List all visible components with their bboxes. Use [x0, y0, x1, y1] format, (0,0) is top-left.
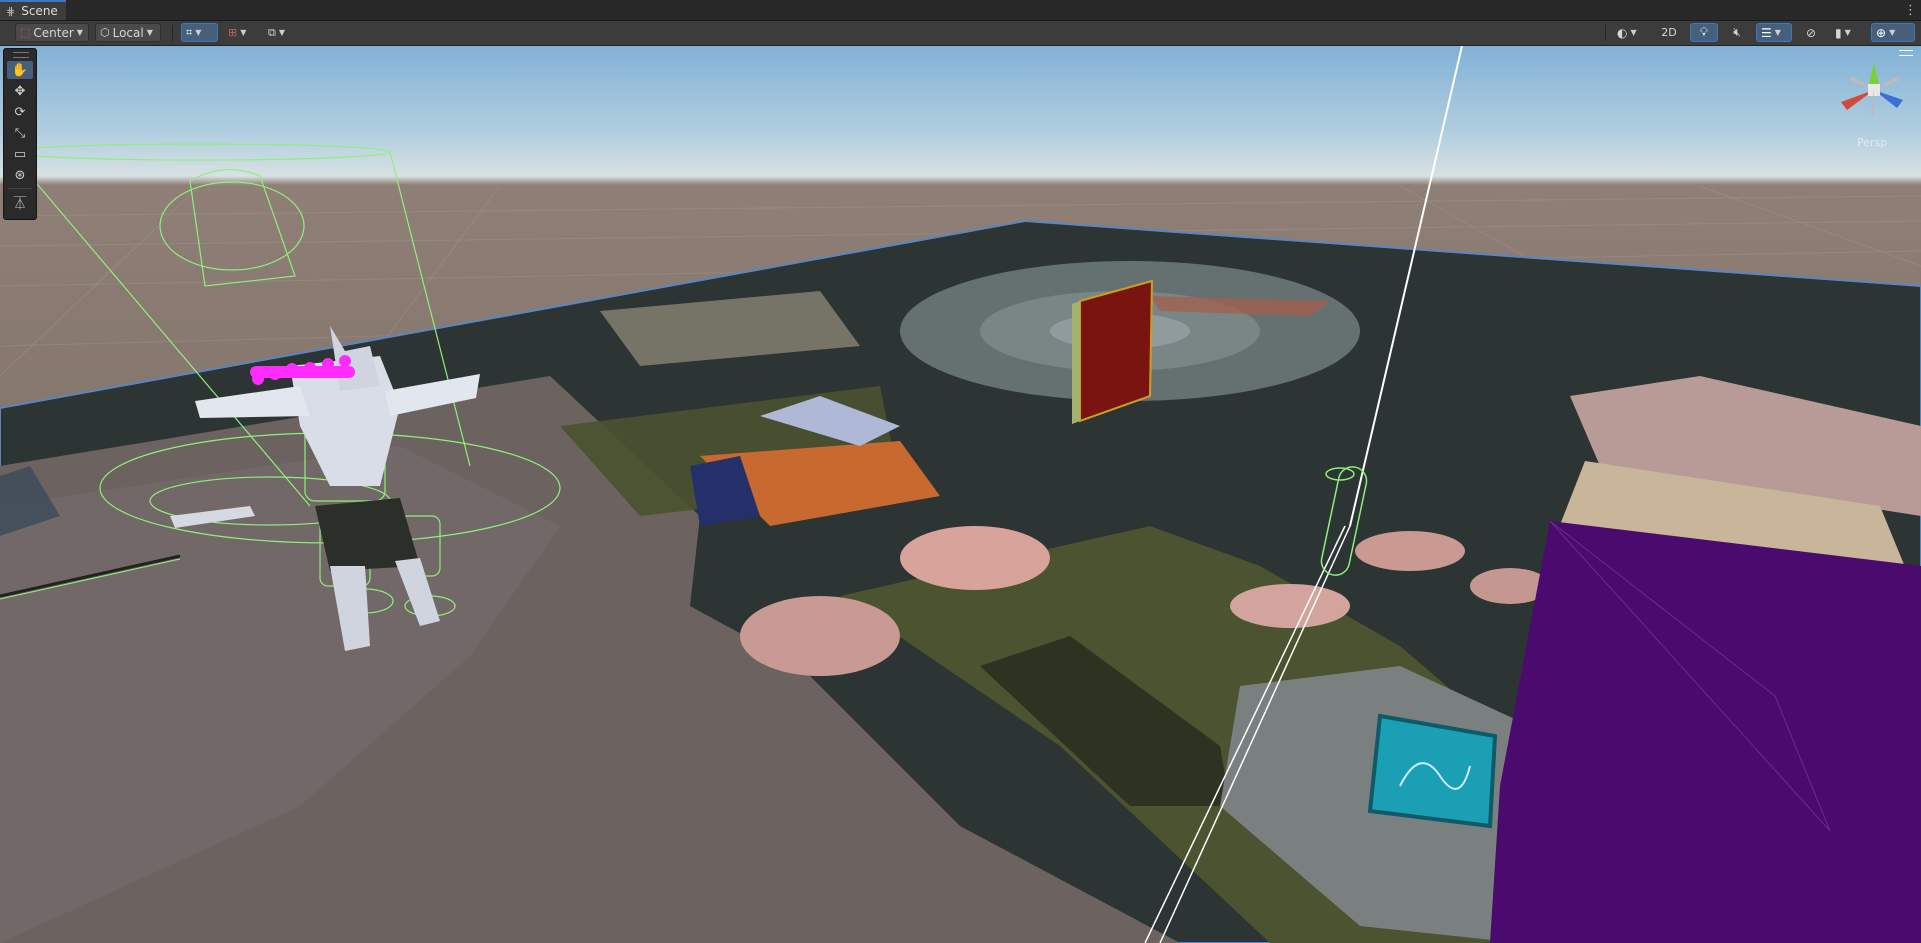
cube-icon: ⬡	[100, 26, 110, 39]
light-bulb-icon: 💡︎	[1699, 25, 1709, 39]
kebab-menu-icon[interactable]: ⋮	[1904, 0, 1917, 20]
transform-tool[interactable]: ⊛	[7, 166, 33, 184]
tools-divider	[8, 188, 32, 189]
rect-tool[interactable]: ▭	[7, 145, 33, 163]
camera-icon: ▮	[1835, 25, 1842, 40]
chevron-down-icon: ▼	[195, 28, 202, 37]
tab-scene[interactable]: ⋕ Scene	[0, 0, 66, 20]
chevron-down-icon: ▼	[1630, 28, 1637, 37]
hash-grid-icon: ⋕	[6, 4, 16, 18]
pivot-rotation-label: Local	[112, 25, 144, 40]
grid-visibility-dropdown[interactable]: ⊞ ▼	[223, 23, 257, 42]
mode-2d-label: 2D	[1661, 26, 1677, 39]
toolbar-divider	[172, 25, 173, 41]
transform-icon: ⊛	[14, 167, 26, 183]
pivot-rotation-dropdown[interactable]: ⬡ Local ▼	[95, 23, 161, 42]
hidden-objects-toggle[interactable]: ⊘	[1797, 23, 1825, 42]
chevron-down-icon: ▼	[240, 28, 247, 37]
custom-editor-tool-icon: ⏄	[13, 196, 27, 212]
camera-settings-dropdown[interactable]: ▮ ▼	[1830, 23, 1866, 42]
scene-toolbar: ⬚ Center ▼ ⬡ Local ▼ ⌗ ▼ ⊞ ▼ ⧉ ▼ ◐ ▼ 2D …	[0, 21, 1921, 46]
effects-dropdown[interactable]: ☰ ▼	[1756, 23, 1792, 42]
audio-toggle[interactable]: 🔇︎	[1723, 23, 1751, 42]
overlay-drag-handle[interactable]	[13, 52, 29, 58]
rotate-tool[interactable]: ⟳	[7, 103, 33, 121]
gizmos-dropdown[interactable]: ⊕ ▼	[1871, 23, 1915, 42]
chevron-down-icon: ▼	[1844, 28, 1851, 37]
orientation-gizmo[interactable]: Persp	[1831, 50, 1917, 160]
pivot-center-icon: ⬚	[20, 26, 31, 39]
chevron-down-icon: ▼	[76, 28, 83, 37]
scene-render	[0, 46, 1921, 943]
rect-transform-icon: ▭	[13, 146, 27, 162]
chevron-down-icon: ▼	[1774, 28, 1781, 37]
pivot-mode-dropdown[interactable]: ⬚ Center ▼	[15, 23, 89, 42]
grid-icon: ⊞	[228, 26, 238, 39]
pivot-mode-label: Center	[33, 25, 74, 40]
layers-icon: ☰	[1761, 25, 1772, 40]
scene-tools-overlay: ✋ ✥ ⟳ ⤡ ▭ ⊛ ⏄	[3, 48, 37, 220]
grid-snapping-toggle[interactable]: ⌗ ▼	[181, 23, 218, 42]
hand-icon: ✋	[11, 62, 29, 78]
view-tool[interactable]: ✋	[7, 61, 33, 79]
grid-snap-icon: ⌗	[186, 25, 193, 39]
window-tab-bar: ⋕ Scene ⋮	[0, 0, 1921, 21]
move-arrows-icon: ✥	[14, 83, 26, 99]
chevron-down-icon: ▼	[278, 28, 286, 37]
increment-snapping-dropdown[interactable]: ⧉ ▼	[263, 23, 299, 42]
axis-cube-icon[interactable]	[1831, 50, 1917, 136]
tab-scene-label: Scene	[21, 4, 58, 18]
chevron-down-icon: ▼	[146, 28, 153, 37]
shading-sphere-icon: ◐	[1617, 25, 1628, 40]
scene-viewport[interactable]: ✋ ✥ ⟳ ⤡ ▭ ⊛ ⏄ Persp	[0, 46, 1921, 943]
chevron-down-icon: ▼	[1889, 28, 1896, 37]
projection-label[interactable]: Persp	[1857, 136, 1887, 149]
draw-mode-dropdown[interactable]: ◐ ▼	[1612, 23, 1648, 42]
move-tool[interactable]: ✥	[7, 82, 33, 100]
gizmo-drag-handle[interactable]	[1899, 50, 1913, 56]
scale-tool[interactable]: ⤡	[7, 124, 33, 142]
lighting-toggle[interactable]: 💡︎	[1690, 23, 1718, 42]
speaker-mute-icon: 🔇︎	[1733, 25, 1741, 39]
gizmo-globe-icon: ⊕	[1876, 25, 1887, 40]
toggle-2d-button[interactable]: 2D	[1653, 23, 1685, 42]
snap-increment-icon: ⧉	[268, 25, 276, 39]
custom-tool[interactable]: ⏄	[7, 193, 33, 212]
toolbar-divider	[1605, 25, 1606, 41]
eye-slash-icon: ⊘	[1805, 25, 1817, 40]
rotate-icon: ⟳	[14, 104, 26, 120]
scale-icon: ⤡	[14, 125, 26, 141]
